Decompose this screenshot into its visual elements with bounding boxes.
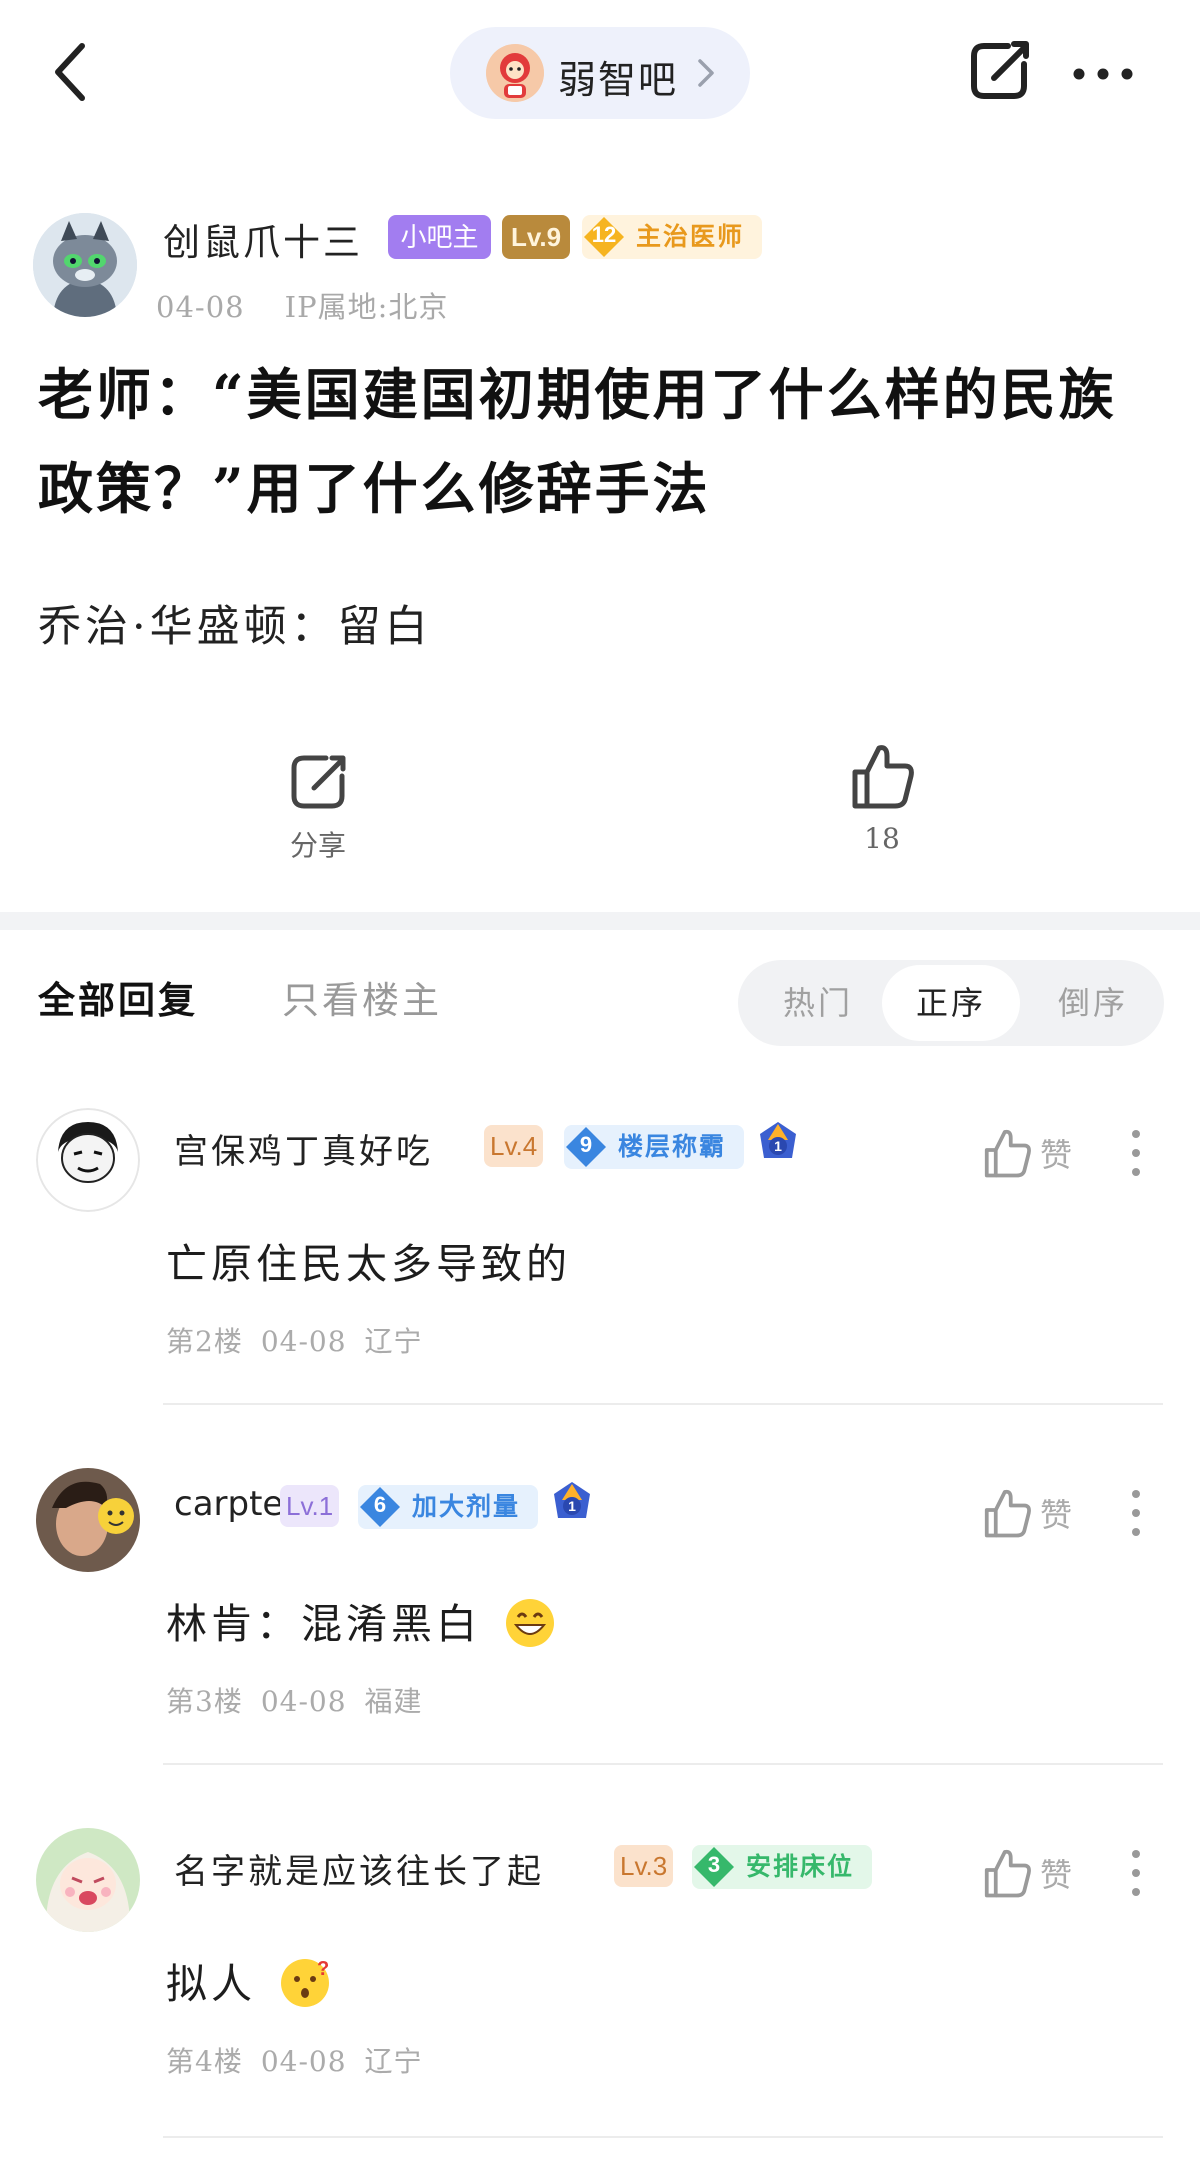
moderator-badge: 小吧主 (388, 215, 491, 259)
medal-icon: 1 (548, 1478, 596, 1526)
reply-avatar[interactable] (36, 1468, 140, 1572)
floor-number: 第2楼 (166, 1325, 243, 1358)
post-meta: 04-08 IP属地:北京 (156, 284, 488, 326)
reply-divider (163, 1403, 1163, 1405)
more-icon[interactable] (1070, 54, 1136, 94)
title-text: 加大剂量 (412, 1492, 521, 1521)
back-icon[interactable] (48, 40, 98, 104)
chevron-right-icon (690, 55, 720, 91)
grin-emoji-icon (504, 1597, 556, 1659)
diamond-icon: 9 (564, 1125, 608, 1169)
sort-hot[interactable]: 热门 (768, 960, 868, 1046)
sort-descending[interactable]: 倒序 (1038, 960, 1148, 1046)
reply-location: 福建 (364, 1685, 423, 1718)
title-number: 3 (707, 1852, 721, 1877)
title-text: 楼层称霸 (618, 1132, 727, 1161)
reply-divider (163, 1763, 1163, 1765)
reply-text-row: 林肯：混淆黑白 (166, 1590, 556, 1659)
medal-number: 1 (568, 1498, 576, 1514)
reply-item: carpte Lv.1 6 加大剂量 1 林肯：混淆黑白 第3楼 04-08 福建 … (0, 1468, 1200, 1828)
like-label[interactable]: 赞 (1040, 1850, 1072, 1896)
diamond-icon: 12 (582, 215, 626, 259)
reply-text: 亡原住民太多导致的 (166, 1240, 571, 1288)
like-label[interactable]: 赞 (1040, 1490, 1072, 1536)
title-text: 主治医师 (636, 222, 745, 251)
level-badge: Lv.1 (280, 1485, 340, 1527)
reply-text: 林肯：混淆黑白 (166, 1600, 481, 1648)
share-icon (291, 755, 346, 809)
reply-meta: 第3楼 04-08 福建 (166, 1680, 441, 1720)
post-body: 乔治·华盛顿：留白 (38, 602, 432, 652)
reply-location: 辽宁 (364, 2045, 423, 2078)
diamond-icon: 6 (358, 1485, 402, 1529)
author-name[interactable]: 创鼠爪十三 (163, 212, 363, 266)
post-title: 老师：“美国建国初期使用了什么样的民族政策？”用了什么修辞手法 (38, 362, 1117, 521)
reply-text: 拟人 (166, 1960, 256, 2008)
thinking-emoji-icon: ? (279, 1957, 331, 2019)
like-count: 18 (864, 822, 900, 855)
reply-username[interactable]: 宫保鸡丁真好吃 (174, 1124, 433, 1173)
reply-avatar[interactable] (36, 1828, 140, 1932)
level-badge: Lv.4 (484, 1125, 544, 1167)
ip-location: IP属地:北京 (284, 290, 449, 324)
reply-item: 名字就是应该往长了起 Lv.3 3 安排床位 拟人 ? 第4楼 04-08 辽宁 赞 (0, 1828, 1200, 2159)
level-badge: Lv.3 (614, 1845, 674, 1887)
reply-date: 04-08 (260, 2045, 347, 2078)
post-date: 04-08 (156, 290, 245, 324)
top-bar: 弱智吧 (0, 0, 1200, 150)
share-label: 分享 (289, 829, 346, 862)
sort-toggle: 热门 正序 倒序 (738, 960, 1164, 1046)
floor-number: 第3楼 (166, 1685, 243, 1718)
sort-ascending[interactable]: 正序 (882, 965, 1020, 1041)
reply-username[interactable]: 名字就是应该往长了起 (174, 1844, 544, 1893)
forum-link[interactable]: 弱智吧 (450, 27, 750, 119)
title-number: 6 (373, 1492, 387, 1517)
medal-icon: 1 (754, 1118, 802, 1166)
like-label[interactable]: 赞 (1040, 1130, 1072, 1176)
tab-op-only[interactable]: 只看楼主 (282, 970, 442, 1024)
floor-number: 第4楼 (166, 2045, 243, 2078)
share-icon[interactable] (964, 36, 1034, 106)
more-vertical-icon[interactable] (1126, 1848, 1146, 1898)
forum-avatar (486, 44, 544, 102)
reply-date: 04-08 (260, 1685, 347, 1718)
more-vertical-icon[interactable] (1126, 1128, 1146, 1178)
title-number: 9 (579, 1132, 593, 1157)
reply-location: 辽宁 (364, 1325, 423, 1358)
thumbs-up-icon[interactable] (980, 1126, 1034, 1180)
diamond-icon: 3 (692, 1845, 736, 1889)
like-button[interactable]: 18 (822, 740, 942, 855)
reply-item: 宫保鸡丁真好吃 Lv.4 9 楼层称霸 1 亡原住民太多导致的 第2楼 04-08… (0, 1108, 1200, 1468)
title-badge: 6 加大剂量 (358, 1485, 538, 1529)
title-badge: 3 安排床位 (692, 1845, 872, 1889)
title-badge: 9 楼层称霸 (564, 1125, 744, 1169)
more-vertical-icon[interactable] (1126, 1488, 1146, 1538)
author-avatar[interactable] (33, 213, 137, 317)
reply-meta: 第2楼 04-08 辽宁 (166, 1320, 441, 1360)
reply-date: 04-08 (260, 1325, 347, 1358)
forum-name: 弱智吧 (558, 58, 679, 102)
reply-avatar[interactable] (36, 1108, 140, 1212)
medal-number: 1 (774, 1138, 782, 1154)
title-text: 安排床位 (746, 1852, 855, 1881)
title-number: 12 (591, 222, 617, 247)
reply-meta: 第4楼 04-08 辽宁 (166, 2040, 441, 2080)
share-button[interactable]: 分享 (258, 750, 378, 864)
tab-all-replies[interactable]: 全部回复 (38, 970, 198, 1024)
thumbs-up-icon[interactable] (980, 1846, 1034, 1900)
reply-username[interactable]: carpte (174, 1484, 283, 1524)
thumbs-up-icon[interactable] (980, 1486, 1034, 1540)
thumbs-up-icon (852, 745, 914, 809)
level-badge: Lv.9 (502, 215, 570, 259)
reply-text-row: 拟人 ? (166, 1950, 331, 2019)
section-divider (0, 912, 1200, 930)
reply-divider (163, 2136, 1163, 2138)
svg-text:?: ? (317, 1958, 331, 1980)
author-title-badge: 12 主治医师 (582, 215, 762, 259)
